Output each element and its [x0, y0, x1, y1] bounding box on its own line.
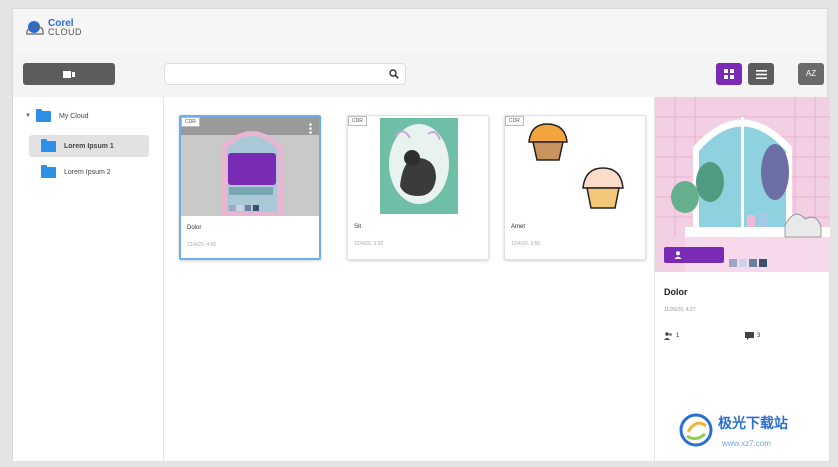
chevron-down-icon[interactable]: ▼ [25, 113, 31, 119]
corel-cloud-logo: Corel CLOUD [25, 19, 82, 37]
sort-az-button[interactable]: AZ [798, 63, 824, 85]
folder-icon [35, 108, 51, 122]
details-file-date: 11/26/20, 4:27 [664, 307, 696, 313]
list-view-button[interactable] [748, 63, 774, 85]
watermark-url: www.xz7.com [722, 438, 771, 448]
file-date: 12/4/20, 3:50 [511, 241, 541, 247]
file-thumbnail [181, 117, 319, 216]
file-date: 12/4/20, 4:05 [187, 242, 217, 248]
sidebar-item-my-cloud[interactable]: ▼ My Cloud [25, 105, 89, 127]
toolbar: AZ [13, 53, 827, 97]
grid-view-button[interactable] [716, 63, 742, 85]
file-thumbnail [505, 116, 645, 215]
file-name: Amet [511, 224, 526, 230]
file-name: Dolor [187, 225, 202, 231]
search-input[interactable] [164, 63, 406, 85]
file-name: Sit [354, 224, 362, 230]
upload-button[interactable] [23, 63, 115, 85]
file-type-badge: CDR [505, 116, 524, 126]
sidebar-item-lorem-ipsum-1[interactable]: Lorem Ipsum 1 [29, 135, 149, 157]
comments-count: 3 [745, 332, 760, 340]
folder-icon [41, 164, 56, 178]
file-card[interactable]: CDR Dolor 12/4/20, 4:05 [179, 115, 321, 260]
collaborators-count: 1 [664, 332, 679, 340]
more-options-icon[interactable] [309, 123, 312, 134]
watermark: 极光下载站 www.xz7.com [678, 412, 788, 448]
details-file-name: Dolor [664, 287, 688, 297]
sidebar-item-lorem-ipsum-2[interactable]: Lorem Ipsum 2 [29, 161, 111, 183]
sidebar-item-label: My Cloud [58, 112, 89, 120]
file-thumbnail [348, 116, 488, 215]
share-button[interactable] [664, 247, 724, 263]
list-icon [755, 69, 767, 79]
details-panel: Dolor 11/26/20, 4:27 1 3 [654, 97, 830, 461]
file-date: 12/4/20, 3:52 [354, 241, 384, 247]
upload-icon [63, 70, 75, 78]
users-icon [664, 332, 672, 340]
comment-icon [745, 332, 754, 340]
logo-product: CLOUD [48, 27, 83, 37]
grid-icon [724, 69, 734, 79]
sidebar-item-label: Lorem Ipsum 2 [64, 168, 111, 176]
collaborators-value: 1 [676, 333, 680, 339]
user-icon [674, 251, 682, 259]
file-type-badge: CDR [348, 116, 367, 126]
file-card[interactable]: CDR Amet 12/4/20, 3:50 [504, 115, 646, 260]
file-card[interactable]: CDR Sit 12/4/20, 3:52 [347, 115, 489, 260]
comments-value: 3 [757, 333, 761, 339]
watermark-text: 极光下载站 [718, 414, 788, 431]
cloud-logo-icon [26, 21, 44, 35]
search-icon[interactable] [389, 69, 399, 79]
sidebar-item-label: Lorem Ipsum 1 [64, 142, 114, 150]
app-window: Corel CLOUD AZ ▼ My Cloud Lorem Ipsum 1 … [12, 8, 830, 461]
details-thumbnail [655, 97, 830, 272]
watermark-logo-icon [679, 413, 713, 447]
folder-icon [41, 138, 56, 152]
file-grid: CDR Dolor 12/4/20, 4:05 CDR Sit 12/4/20,… [164, 97, 654, 461]
top-bar: Corel CLOUD [13, 9, 827, 53]
file-type-badge: CDR [181, 117, 200, 127]
